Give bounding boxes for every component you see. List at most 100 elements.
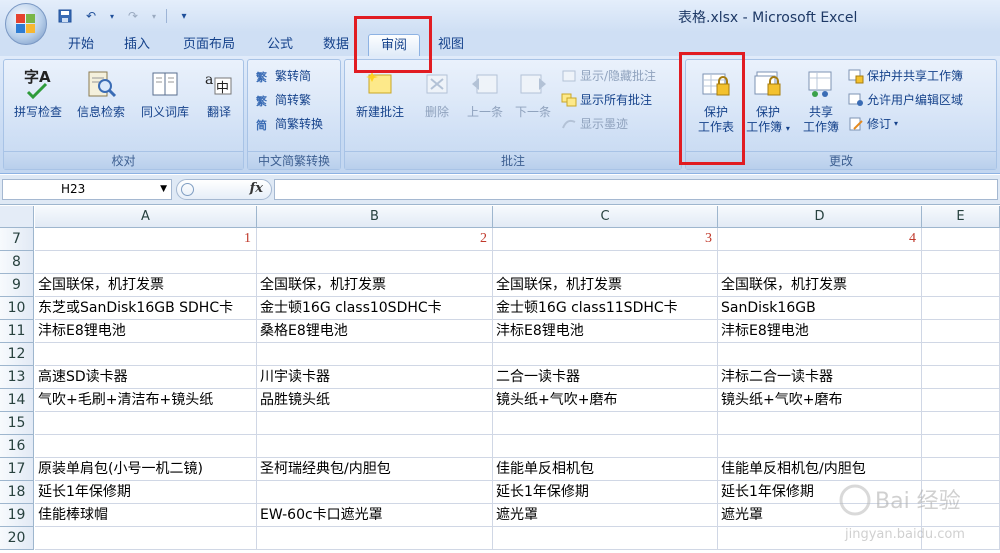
formula-input[interactable] — [274, 179, 998, 200]
redo-dropdown-icon[interactable]: ▾ — [150, 8, 158, 24]
tab-home[interactable]: 开始 — [58, 34, 104, 56]
cell-e14[interactable] — [922, 389, 1000, 412]
cell-d18[interactable]: 延长1年保修期 — [718, 481, 922, 504]
cell-e8[interactable] — [922, 251, 1000, 274]
cell-a7[interactable]: 1 — [35, 228, 257, 251]
undo-icon[interactable]: ↶ — [82, 8, 100, 24]
cell-d10[interactable]: SanDisk16GB — [718, 297, 922, 320]
row-header-15[interactable]: 15 — [0, 412, 34, 435]
name-box-dropdown-icon[interactable]: ▼ — [160, 180, 167, 199]
cell-b15[interactable] — [257, 412, 493, 435]
tab-insert[interactable]: 插入 — [114, 34, 160, 56]
translate-button[interactable]: a中 翻译 — [197, 68, 241, 120]
cell-c20[interactable] — [493, 527, 718, 550]
cell-b13[interactable]: 川宇读卡器 — [257, 366, 493, 389]
simp-to-trad-button[interactable]: 繁 简转繁 — [256, 90, 311, 110]
cell-e12[interactable] — [922, 343, 1000, 366]
row-header-16[interactable]: 16 — [0, 435, 34, 458]
cell-d13[interactable]: 沣标二合一读卡器 — [718, 366, 922, 389]
redo-icon[interactable]: ↷ — [124, 8, 142, 24]
cell-a15[interactable] — [35, 412, 257, 435]
show-all-comments-button[interactable]: 显示所有批注 — [561, 90, 652, 110]
column-header-a[interactable]: A — [35, 206, 257, 228]
row-header-10[interactable]: 10 — [0, 297, 34, 320]
cell-d14[interactable]: 镜头纸+气吹+磨布 — [718, 389, 922, 412]
cell-c8[interactable] — [493, 251, 718, 274]
cell-d20[interactable] — [718, 527, 922, 550]
cell-d15[interactable] — [718, 412, 922, 435]
row-header-11[interactable]: 11 — [0, 320, 34, 343]
cell-a12[interactable] — [35, 343, 257, 366]
cell-a19[interactable]: 佳能棒球帽 — [35, 504, 257, 527]
save-icon[interactable] — [56, 8, 74, 24]
tab-data[interactable]: 数据 — [313, 34, 359, 56]
show-hide-comment-button[interactable]: 显示/隐藏批注 — [561, 66, 656, 86]
spelling-button[interactable]: 字A 拼写检查 — [8, 68, 68, 120]
undo-dropdown-icon[interactable]: ▾ — [108, 8, 116, 24]
cell-c11[interactable]: 沣标E8锂电池 — [493, 320, 718, 343]
insert-function-button[interactable]: fx — [176, 179, 272, 200]
thesaurus-button[interactable]: 同义词库 — [134, 68, 196, 120]
cell-a13[interactable]: 高速SD读卡器 — [35, 366, 257, 389]
tab-view[interactable]: 视图 — [428, 34, 474, 56]
cell-b10[interactable]: 金士顿16G class10SDHC卡 — [257, 297, 493, 320]
cell-c16[interactable] — [493, 435, 718, 458]
cell-c17[interactable]: 佳能单反相机包 — [493, 458, 718, 481]
column-header-b[interactable]: B — [257, 206, 493, 228]
cell-e7[interactable] — [922, 228, 1000, 251]
cell-c14[interactable]: 镜头纸+气吹+磨布 — [493, 389, 718, 412]
cell-a18[interactable]: 延长1年保修期 — [35, 481, 257, 504]
cell-d17[interactable]: 佳能单反相机包/内胆包 — [718, 458, 922, 481]
previous-comment-button[interactable]: 上一条 — [461, 68, 509, 120]
cell-e13[interactable] — [922, 366, 1000, 389]
delete-comment-button[interactable]: 删除 — [415, 68, 459, 120]
cell-b17[interactable]: 圣柯瑞经典包/内胆包 — [257, 458, 493, 481]
cell-c13[interactable]: 二合一读卡器 — [493, 366, 718, 389]
cell-a16[interactable] — [35, 435, 257, 458]
research-button[interactable]: 信息检索 — [70, 68, 132, 120]
cell-d9[interactable]: 全国联保，机打发票 — [718, 274, 922, 297]
customize-icon[interactable]: ▾ — [175, 8, 193, 24]
cell-e18[interactable] — [922, 481, 1000, 504]
select-all-corner[interactable] — [0, 206, 34, 228]
cell-b12[interactable] — [257, 343, 493, 366]
track-changes-button[interactable]: 修订 ▾ — [848, 114, 898, 134]
row-header-12[interactable]: 12 — [0, 343, 34, 366]
show-ink-button[interactable]: 显示墨迹 — [561, 114, 628, 134]
cell-e16[interactable] — [922, 435, 1000, 458]
allow-edit-ranges-button[interactable]: 允许用户编辑区域 — [848, 90, 963, 110]
row-header-19[interactable]: 19 — [0, 504, 34, 527]
cell-e15[interactable] — [922, 412, 1000, 435]
cell-e9[interactable] — [922, 274, 1000, 297]
cell-e19[interactable] — [922, 504, 1000, 527]
row-header-13[interactable]: 13 — [0, 366, 34, 389]
cell-d7[interactable]: 4 — [718, 228, 922, 251]
row-header-8[interactable]: 8 — [0, 251, 34, 274]
cell-d8[interactable] — [718, 251, 922, 274]
cell-e20[interactable] — [922, 527, 1000, 550]
cell-b14[interactable]: 品胜镜头纸 — [257, 389, 493, 412]
cell-a20[interactable] — [35, 527, 257, 550]
cell-b11[interactable]: 桑格E8锂电池 — [257, 320, 493, 343]
chinese-convert-button[interactable]: 简 简繁转换 — [256, 114, 323, 134]
trad-to-simp-button[interactable]: 繁 繁转简 — [256, 66, 311, 86]
cell-a8[interactable] — [35, 251, 257, 274]
cell-a17[interactable]: 原装单肩包(小号一机二镜) — [35, 458, 257, 481]
tab-formulas[interactable]: 公式 — [257, 34, 303, 56]
cell-b19[interactable]: EW-60c卡口遮光罩 — [257, 504, 493, 527]
column-header-d[interactable]: D — [718, 206, 922, 228]
row-header-14[interactable]: 14 — [0, 389, 34, 412]
cell-a10[interactable]: 东芝或SanDisk16GB SDHC卡 — [35, 297, 257, 320]
row-header-7[interactable]: 7 — [0, 228, 34, 251]
protect-workbook-button[interactable]: 保护 工作簿 ▾ — [744, 68, 792, 136]
column-header-c[interactable]: C — [493, 206, 718, 228]
cell-d19[interactable]: 遮光罩 — [718, 504, 922, 527]
share-workbook-button[interactable]: 共享 工作簿 — [796, 68, 846, 135]
cell-c12[interactable] — [493, 343, 718, 366]
cell-b8[interactable] — [257, 251, 493, 274]
row-header-17[interactable]: 17 — [0, 458, 34, 481]
next-comment-button[interactable]: 下一条 — [509, 68, 557, 120]
cell-c10[interactable]: 金士顿16G class11SDHC卡 — [493, 297, 718, 320]
tab-page-layout[interactable]: 页面布局 — [172, 34, 246, 56]
cell-e10[interactable] — [922, 297, 1000, 320]
